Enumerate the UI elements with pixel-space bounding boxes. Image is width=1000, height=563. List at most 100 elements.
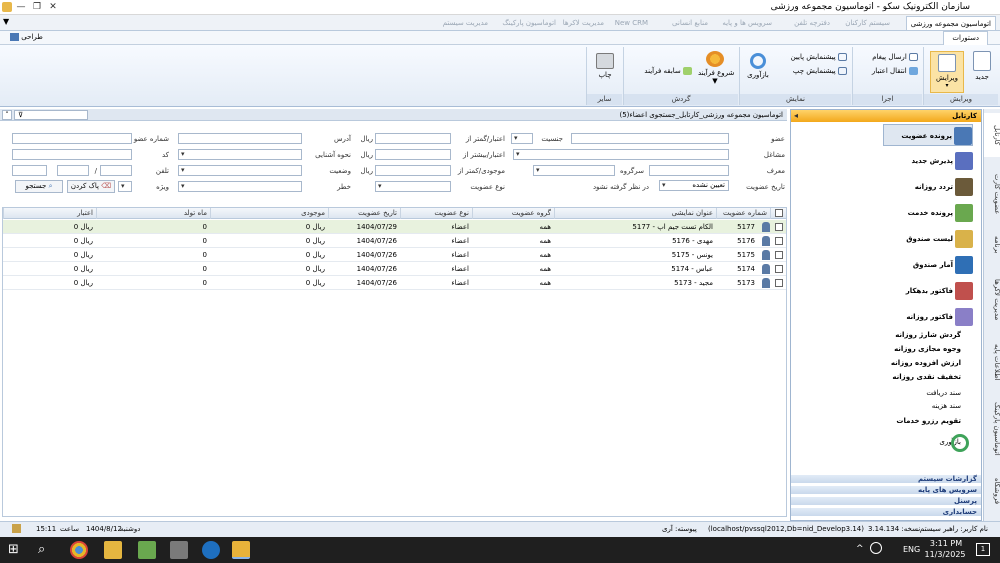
- col-member-no[interactable]: شماره عضویت: [716, 208, 770, 219]
- table-row[interactable]: 5175 5175 - یونس همه اعضاء 1404/07/26 0 ریال 0…: [3, 248, 786, 262]
- sidebar-item-daily-report[interactable]: ارزش افزوده روزانه: [891, 359, 961, 367]
- tab-lockers[interactable]: مدیریت لاکرها: [563, 16, 604, 30]
- phone-input-3[interactable]: [100, 165, 132, 176]
- tab-sports-automation[interactable]: اتوماسیون مجموعه ورزشی: [905, 16, 996, 30]
- sidebar-item-daily-traffic[interactable]: تردد روزانه: [883, 176, 973, 198]
- start-process-button[interactable]: شروع فرآیند ▼: [698, 51, 734, 85]
- sidebar-scroll-up-icon[interactable]: ◂: [794, 111, 798, 120]
- sidebar-item-cash-list[interactable]: لیست صندوق: [883, 228, 973, 250]
- vtab-base-info[interactable]: اطلاعات پایه: [984, 337, 1000, 387]
- special-select[interactable]: [118, 181, 132, 192]
- process-history-button[interactable]: سابقه فرآیند: [644, 67, 692, 75]
- vtab-membership-card[interactable]: عضویت کارت: [984, 169, 1000, 219]
- sidebar-bar-accounting[interactable]: حسابداری: [791, 507, 981, 516]
- vtab-parking[interactable]: اتوماسیون پارکینگ: [984, 399, 1000, 459]
- sidebar-bar-base-services[interactable]: سرویس های پایه: [791, 485, 981, 494]
- credit-to-input[interactable]: [375, 149, 451, 160]
- chrome-icon[interactable]: [70, 541, 88, 559]
- row-checkbox[interactable]: [775, 279, 783, 287]
- preview-left-button[interactable]: پیشنمایش چپ: [793, 67, 847, 75]
- network-icon[interactable]: [870, 542, 882, 554]
- sidebar-item-daily-report[interactable]: گردش شارژ روزانه: [895, 331, 961, 339]
- designer-button[interactable]: طراحی: [8, 33, 43, 41]
- vtab-cartable[interactable]: کارتابل: [984, 113, 1000, 157]
- col-credit[interactable]: اعتبار: [3, 208, 96, 219]
- col-birth-month[interactable]: ماه تولد: [96, 208, 210, 219]
- tab-phonebook[interactable]: دفترچه تلفن: [794, 16, 830, 30]
- row-checkbox[interactable]: [775, 223, 783, 231]
- sidebar-item-cash-stats[interactable]: آمار صندوق: [883, 254, 973, 276]
- sidebar-bar-personnel[interactable]: پرسنل: [791, 496, 981, 505]
- filter-input[interactable]: ⊽: [14, 110, 88, 120]
- sidebar-item-receipt-doc[interactable]: سند دریافت: [926, 389, 961, 397]
- code-input[interactable]: [12, 149, 132, 160]
- col-display-name[interactable]: عنوان نمایشی: [554, 208, 716, 219]
- tab-commands[interactable]: دستورات: [943, 31, 988, 45]
- send-message-button[interactable]: ارسال پیغام: [872, 53, 918, 61]
- transfer-credit-button[interactable]: انتقال اعتبار: [872, 67, 918, 75]
- tray-chevron-icon[interactable]: ^: [856, 544, 864, 554]
- seko-app-icon[interactable]: [232, 541, 250, 559]
- search-taskbar-icon[interactable]: ⌕: [38, 541, 56, 559]
- address-input[interactable]: [178, 133, 302, 144]
- tab-human-resources[interactable]: منابع انسانی: [672, 16, 708, 30]
- status-select[interactable]: [178, 165, 302, 176]
- tools-icon[interactable]: [170, 541, 188, 559]
- preview-bottom-button[interactable]: پیشنمایش پایین: [791, 53, 847, 61]
- phone-input-2[interactable]: [57, 165, 89, 176]
- sidebar-bar-reports[interactable]: گزارشات سیستم: [791, 474, 981, 483]
- tab-system-admin[interactable]: مدیریت سیستم: [443, 16, 488, 30]
- introducer-input[interactable]: [649, 165, 729, 176]
- quick-access-chevron-icon[interactable]: ▼: [3, 17, 9, 26]
- notification-icon[interactable]: 1: [976, 543, 990, 556]
- table-row[interactable]: 5177 5177 - الکام تست جیم اپ همه اعضاء 1404/…: [3, 220, 786, 234]
- sidebar-item-expense-doc[interactable]: سند هزینه: [932, 402, 961, 410]
- close-button[interactable]: ✕: [46, 1, 60, 13]
- member-no-input[interactable]: [12, 133, 132, 144]
- sidebar-item-debit-invoice[interactable]: فاکتور بدهکار: [883, 280, 973, 302]
- col-balance[interactable]: موجودی: [210, 208, 328, 219]
- print-button[interactable]: چاپ: [593, 53, 617, 79]
- sql-tool-icon[interactable]: [138, 541, 156, 559]
- minimize-button[interactable]: —: [14, 1, 28, 13]
- language-indicator[interactable]: ENG: [903, 545, 920, 554]
- col-date[interactable]: تاریخ عضویت: [328, 208, 400, 219]
- search-button[interactable]: جستجو ⌕: [15, 180, 63, 193]
- date-mode-select[interactable]: تعیین نشده: [659, 180, 729, 191]
- vtab-lockers[interactable]: مدیریت لاکرها: [984, 275, 1000, 325]
- familiarity-select[interactable]: [178, 149, 302, 160]
- windows-start-icon[interactable]: ⊞: [8, 541, 26, 559]
- collapse-up-icon[interactable]: ˄: [2, 110, 12, 120]
- member-input[interactable]: [571, 133, 729, 144]
- sidebar-item-daily-report[interactable]: تخفیف نقدی روزانه: [892, 373, 961, 381]
- clock-date[interactable]: 11/3/2025: [922, 550, 968, 559]
- sidebar-item-membership-file[interactable]: پرونده عضویت: [883, 124, 973, 146]
- row-checkbox[interactable]: [775, 265, 783, 273]
- phone-input-1[interactable]: [12, 165, 47, 176]
- sidebar-item-daily-invoice[interactable]: فاکتور روزانه: [883, 306, 973, 328]
- table-row[interactable]: 5174 5174 - عباس همه اعضاء 1404/07/26 0 ریال 0…: [3, 262, 786, 276]
- group-head-select[interactable]: [533, 165, 615, 176]
- sidebar-header[interactable]: کارتابل: [791, 110, 981, 122]
- hazard-select[interactable]: [178, 181, 302, 192]
- select-all-checkbox[interactable]: [770, 208, 786, 219]
- row-checkbox[interactable]: [775, 251, 783, 259]
- col-group[interactable]: گروه عضویت: [472, 208, 554, 219]
- member-type-select[interactable]: [375, 181, 451, 192]
- sidebar-item-reservation-calendar[interactable]: تقویم رزرو خدمات: [896, 417, 961, 425]
- balance-from-input[interactable]: [375, 165, 451, 176]
- table-row[interactable]: 5173 5173 - مجید همه اعضاء 1404/07/26 0 ریال 0…: [3, 276, 786, 290]
- new-button[interactable]: جدید: [970, 51, 994, 81]
- sidebar-item-service-file[interactable]: پرونده خدمت: [883, 202, 973, 224]
- maximize-button[interactable]: ❐: [30, 1, 44, 13]
- clear-button[interactable]: پاک کردن ⌫: [67, 180, 115, 193]
- tab-staff-system[interactable]: سیستم کارکنان: [845, 16, 890, 30]
- clock-time[interactable]: 3:11 PM: [928, 539, 964, 548]
- row-checkbox[interactable]: [775, 237, 783, 245]
- gender-select[interactable]: [511, 133, 533, 144]
- edit-button[interactable]: ویرایش ▾: [930, 51, 964, 93]
- vtab-store[interactable]: فروشگاه: [984, 469, 1000, 513]
- file-explorer-icon[interactable]: [104, 541, 122, 559]
- sidebar-item-daily-report[interactable]: وجوه مجازی روزانه: [894, 345, 961, 353]
- col-type[interactable]: نوع عضویت: [400, 208, 472, 219]
